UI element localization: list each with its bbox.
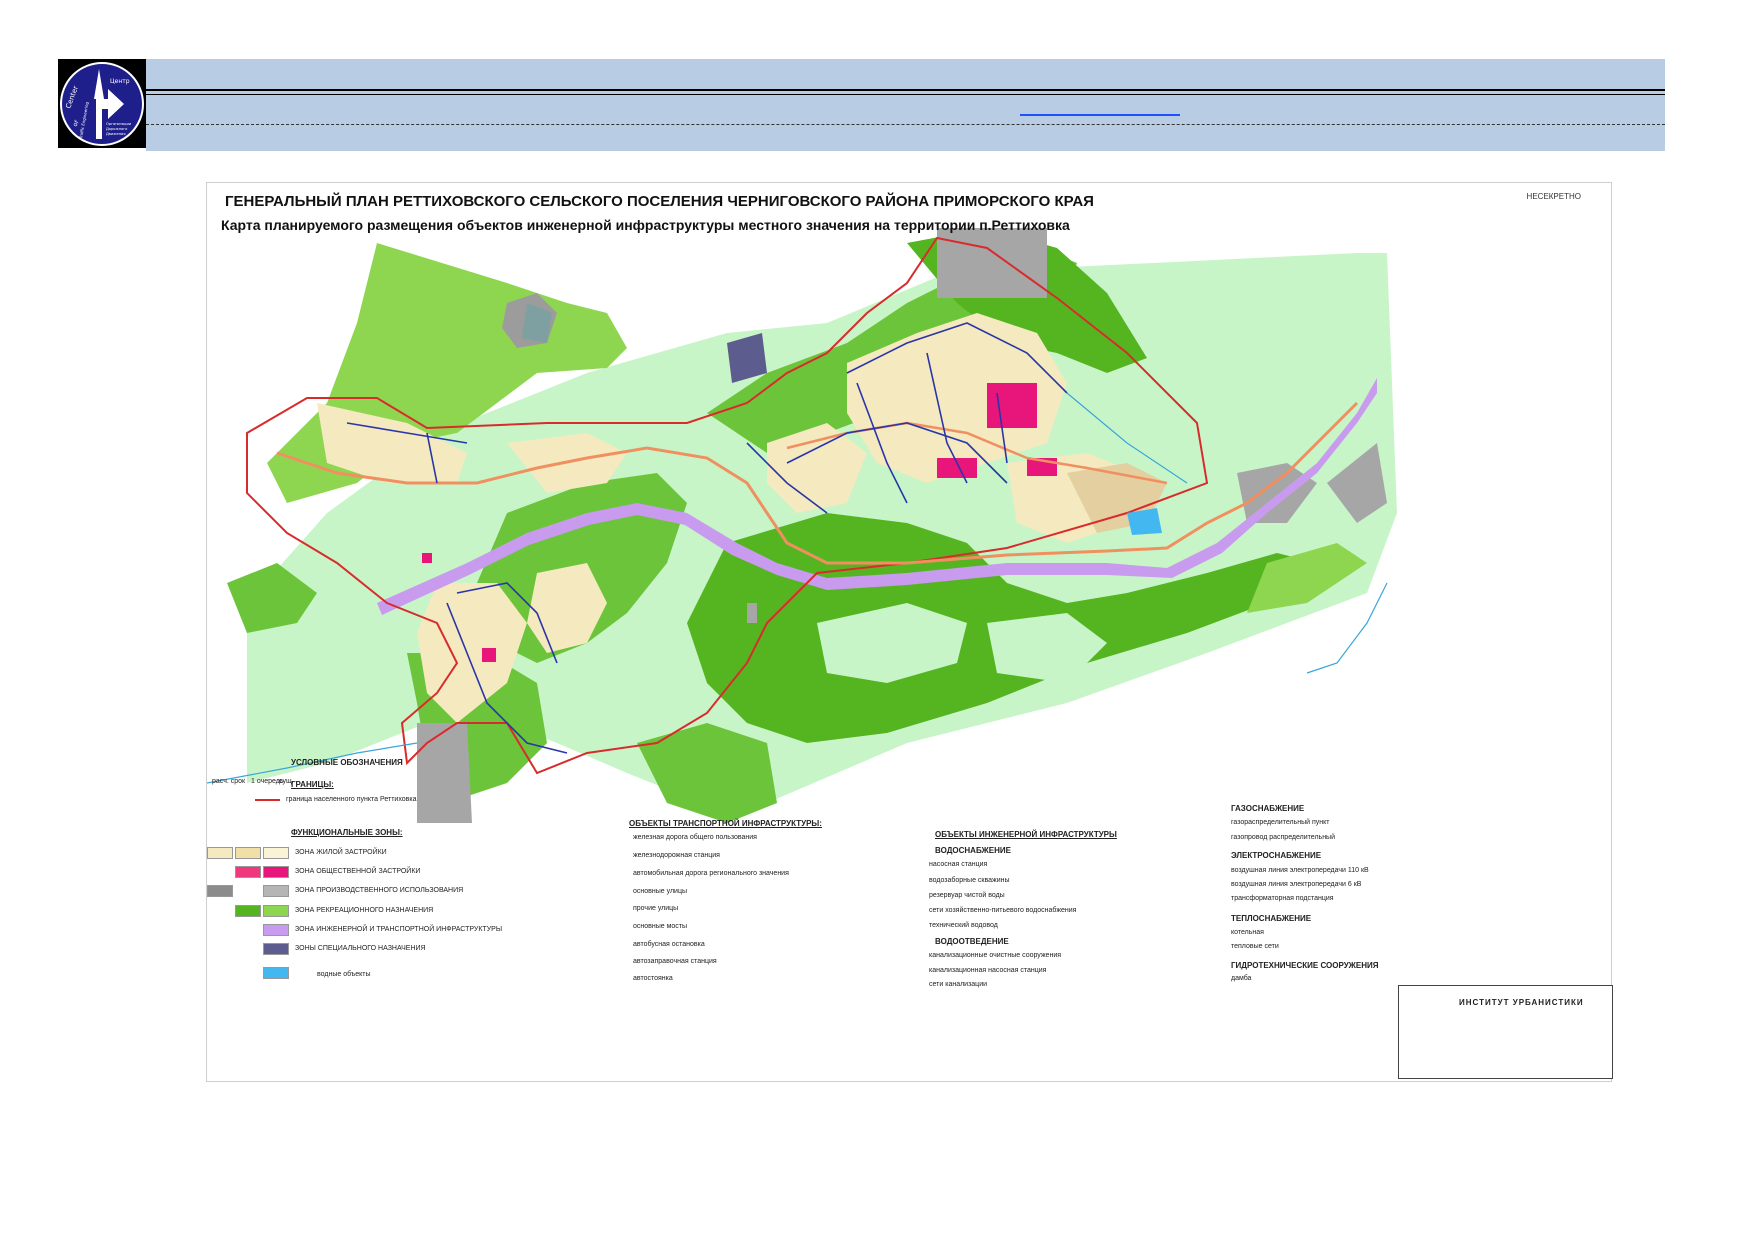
industrial-zone xyxy=(937,228,1047,298)
public-zone xyxy=(482,648,496,662)
legend-water-item: насосная станция xyxy=(929,861,988,868)
legend-transport-item: автобусная остановка xyxy=(633,941,705,948)
legend-zone-label: ЗОНА ПРОИЗВОДСТВЕННОГО ИСПОЛЬЗОВАНИЯ xyxy=(295,887,464,894)
institute-name: ИНСТИТУТ УРБАНИСТИКИ xyxy=(1459,998,1584,1007)
residential-swatch xyxy=(235,847,261,859)
legend-boundaries-head: ГРАНИЦЫ: xyxy=(291,780,334,789)
svg-text:Организации: Организации xyxy=(106,122,132,126)
header-rule xyxy=(146,89,1665,91)
legend-transport-item: железнодорожная станция xyxy=(633,852,720,859)
road-arrow-icon: Center of Traffic Engineering Центр Орга… xyxy=(60,62,144,146)
legend-heat-item: тепловые сети xyxy=(1231,943,1279,950)
svg-text:Движения: Движения xyxy=(106,132,126,136)
water-swatch xyxy=(263,967,289,979)
residential-swatch xyxy=(207,847,233,859)
public-zone xyxy=(422,553,432,563)
legend-hydro-item: дамба xyxy=(1231,975,1252,982)
legend-transport-item: автозаправочная станция xyxy=(633,958,717,965)
legend-water-item: технический водовод xyxy=(929,922,998,929)
legend-transport-item: прочие улицы xyxy=(633,905,679,912)
legend-title: УСЛОВНЫЕ ОБОЗНАЧЕНИЯ xyxy=(291,758,403,767)
legend-transport-head: ОБЪЕКТЫ ТРАНСПОРТНОЙ ИНФРАСТРУКТУРЫ: xyxy=(629,819,822,828)
legend-transport-item: железная дорога общего пользования xyxy=(633,834,757,841)
legend-column-header: расч. срок xyxy=(212,778,246,785)
legend-water-head: ВОДОСНАБЖЕНИЕ xyxy=(935,846,1011,855)
legend-power-item: трансформаторная подстанция xyxy=(1231,895,1334,902)
header-band xyxy=(146,59,1665,151)
legend-zone-label: ЗОНЫ СПЕЦИАЛЬНОГО НАЗНАЧЕНИЯ xyxy=(295,945,426,952)
special-swatch xyxy=(263,943,289,955)
public-swatch xyxy=(263,866,289,878)
residential-swatch xyxy=(263,847,289,859)
header-link[interactable] xyxy=(1020,114,1180,116)
legend-boundary-item: граница населенного пункта Реттиховка xyxy=(286,796,417,803)
legend-zone-label: водные объекты xyxy=(317,971,371,978)
legend-sewer-item: сети канализации xyxy=(929,981,988,988)
legend-water-item: резервуар чистой воды xyxy=(929,892,1005,899)
legend-hydro-head: ГИДРОТЕХНИЧЕСКИЕ СООРУЖЕНИЯ xyxy=(1231,961,1379,970)
industrial-swatch xyxy=(207,885,233,897)
secrecy-label: НЕСЕКРЕТНО xyxy=(1526,192,1581,201)
legend-transport-item: основные улицы xyxy=(633,888,687,895)
svg-text:Центр: Центр xyxy=(110,78,130,85)
legend-gas-item: газопровод распределительный xyxy=(1231,834,1335,841)
legend-power-item: воздушная линия электропередачи 110 кВ xyxy=(1231,867,1369,874)
legend-zone-label: ЗОНА ИНЖЕНЕРНОЙ И ТРАНСПОРТНОЙ ИНФРАСТРУ… xyxy=(295,926,503,933)
header-dashed-rule xyxy=(146,124,1665,125)
industrial-zone xyxy=(747,603,757,623)
recreation-swatch xyxy=(235,905,261,917)
legend-transport-item: автомобильная дорога регионального значе… xyxy=(633,870,789,877)
boundary-line-swatch xyxy=(255,799,280,801)
legend-water-item: водозаборные скважины xyxy=(929,877,1010,884)
title-block-stamp: ИНСТИТУТ УРБАНИСТИКИ xyxy=(1398,985,1613,1079)
map-subtitle: Карта планируемого размещения объектов и… xyxy=(221,217,1070,233)
legend-zones-head: ФУНКЦИОНАЛЬНЫЕ ЗОНЫ: xyxy=(291,828,403,837)
map-title: ГЕНЕРАЛЬНЫЙ ПЛАН РЕТТИХОВСКОГО СЕЛЬСКОГО… xyxy=(225,193,1094,210)
legend-sewer-head: ВОДООТВЕДЕНИЕ xyxy=(935,937,1009,946)
legend-gas-item: газораспределительный пункт xyxy=(1231,819,1330,826)
recreation-swatch xyxy=(263,905,289,917)
legend-sewer-item: канализационная насосная станция xyxy=(929,967,1047,974)
legend-heat-item: котельная xyxy=(1231,929,1264,936)
legend-zone-label: ЗОНА ОБЩЕСТВЕННОЙ ЗАСТРОЙКИ xyxy=(295,868,421,875)
industrial-zone xyxy=(417,723,472,823)
industrial-swatch xyxy=(263,885,289,897)
legend-zone-label: ЗОНА РЕКРЕАЦИОННОГО НАЗНАЧЕНИЯ xyxy=(295,907,434,914)
center-of-traffic-engineering-logo: Center of Traffic Engineering Центр Орга… xyxy=(58,59,146,148)
legend-power-head: ЭЛЕКТРОСНАБЖЕНИЕ xyxy=(1231,851,1322,860)
public-zone xyxy=(937,458,977,478)
public-swatch xyxy=(235,866,261,878)
legend-water-item: сети хозяйственно-питьевого водоснабжени… xyxy=(929,907,1077,914)
legend-transport-item: автостоянка xyxy=(633,975,673,982)
transport-swatch xyxy=(263,924,289,936)
legend-engineering-head: ОБЪЕКТЫ ИНЖЕНЕРНОЙ ИНФРАСТРУКТУРЫ xyxy=(935,830,1117,839)
svg-text:Дорожного: Дорожного xyxy=(106,127,127,131)
header-rule xyxy=(146,94,1665,95)
legend-heat-head: ТЕПЛОСНАБЖЕНИЕ xyxy=(1231,914,1312,923)
legend-transport-item: основные мосты xyxy=(633,923,688,930)
public-zone xyxy=(987,383,1037,428)
master-plan-map: ГЕНЕРАЛЬНЫЙ ПЛАН РЕТТИХОВСКОГО СЕЛЬСКОГО… xyxy=(206,182,1613,1082)
legend-power-item: воздушная линия электропередачи 6 кВ xyxy=(1231,881,1362,888)
legend-sewer-item: канализационные очистные сооружения xyxy=(929,952,1062,959)
legend-gas-head: ГАЗОСНАБЖЕНИЕ xyxy=(1231,804,1305,813)
legend-zone-label: ЗОНА ЖИЛОЙ ЗАСТРОЙКИ xyxy=(295,849,387,856)
